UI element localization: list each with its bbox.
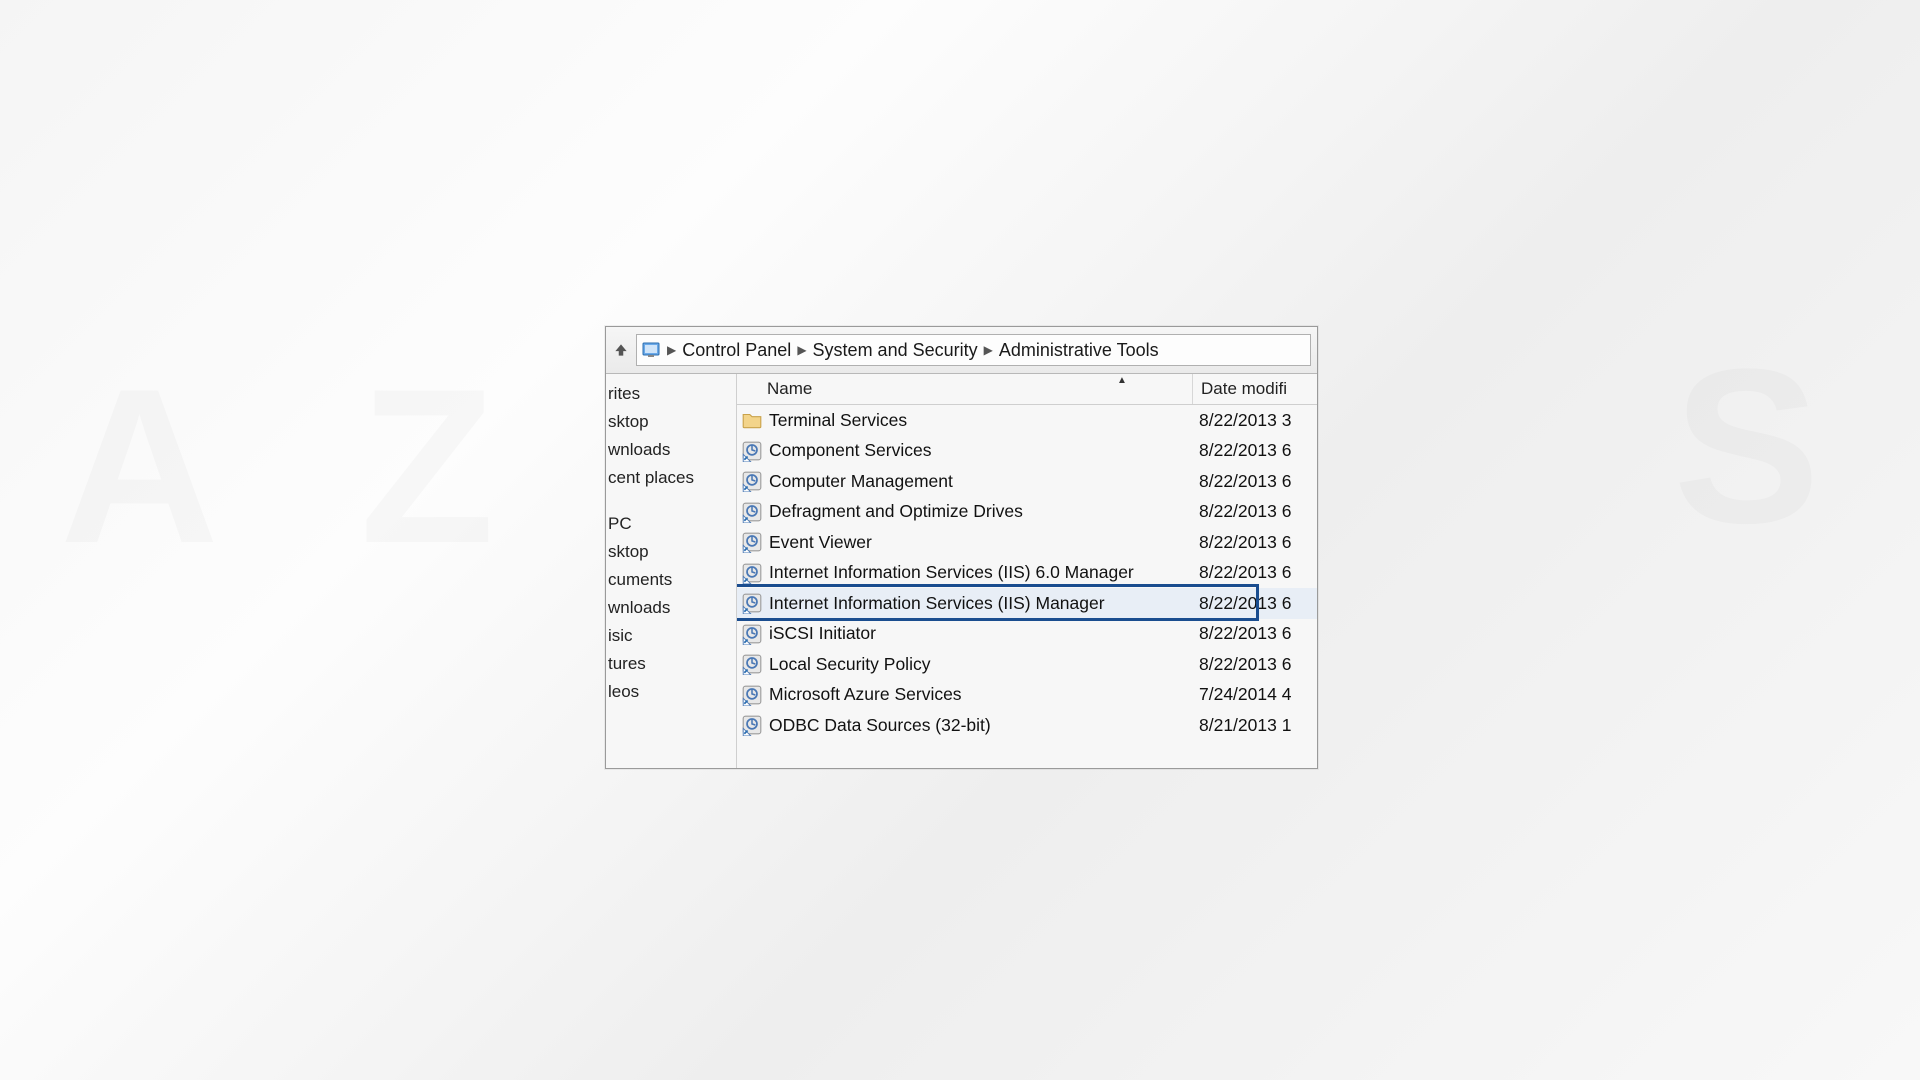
file-row[interactable]: Terminal Services8/22/2013 3 [737,405,1317,436]
breadcrumb-system-security[interactable]: System and Security [813,340,978,361]
file-date: 8/22/2013 6 [1199,532,1317,553]
file-name: Computer Management [763,471,1199,492]
file-row[interactable]: Internet Information Services (IIS) Mana… [737,588,1317,619]
sidebar-item-downloads-2[interactable]: wnloads [606,594,736,622]
shortcut-icon [741,592,763,614]
file-row[interactable]: Microsoft Azure Services7/24/2014 4 [737,680,1317,711]
watermark-text: S [1673,320,1860,573]
shortcut-icon [741,501,763,523]
shortcut-icon [741,684,763,706]
shortcut-icon [741,653,763,675]
control-panel-icon [641,340,661,360]
sidebar-item-recent-places[interactable]: cent places [606,464,736,492]
file-date: 8/22/2013 6 [1199,562,1317,583]
sidebar-item-videos[interactable]: leos [606,678,736,706]
shortcut-icon [741,714,763,736]
sidebar-item-favorites[interactable]: rites [606,380,736,408]
breadcrumb-admin-tools[interactable]: Administrative Tools [999,340,1159,361]
file-name: Microsoft Azure Services [763,684,1199,705]
file-date: 8/22/2013 6 [1199,623,1317,644]
breadcrumb-control-panel[interactable]: Control Panel [682,340,791,361]
file-date: 8/22/2013 6 [1199,471,1317,492]
file-name: iSCSI Initiator [763,623,1199,644]
sidebar-item-pictures[interactable]: tures [606,650,736,678]
sidebar-item-this-pc[interactable]: PC [606,510,736,538]
sidebar-item-documents[interactable]: cuments [606,566,736,594]
location-box[interactable]: ▶ Control Panel ▶ System and Security ▶ … [636,334,1311,366]
chevron-right-icon[interactable]: ▶ [667,343,676,357]
explorer-window: ▶ Control Panel ▶ System and Security ▶ … [605,326,1318,769]
file-row[interactable]: ODBC Data Sources (32-bit)8/21/2013 1 [737,710,1317,741]
file-name: Component Services [763,440,1199,461]
file-row[interactable]: Local Security Policy8/22/2013 6 [737,649,1317,680]
chevron-right-icon[interactable]: ▶ [797,343,806,357]
file-rows: Terminal Services8/22/2013 3Component Se… [737,405,1317,741]
folder-icon [741,409,763,431]
file-name: Internet Information Services (IIS) 6.0 … [763,562,1199,583]
sidebar-item-music[interactable]: isic [606,622,736,650]
file-date: 8/22/2013 6 [1199,593,1317,614]
file-date: 8/22/2013 6 [1199,654,1317,675]
column-header-date[interactable]: Date modifi [1193,379,1317,399]
file-row[interactable]: Event Viewer8/22/2013 6 [737,527,1317,558]
file-date: 8/22/2013 6 [1199,440,1317,461]
file-name: Defragment and Optimize Drives [763,501,1199,522]
shortcut-icon [741,562,763,584]
file-name: Terminal Services [763,410,1199,431]
file-row[interactable]: Computer Management8/22/2013 6 [737,466,1317,497]
address-bar: ▶ Control Panel ▶ System and Security ▶ … [606,327,1317,374]
file-list-pane: Name ▲ Date modifi Terminal Services8/22… [737,374,1317,769]
sidebar-item-desktop-2[interactable]: sktop [606,538,736,566]
sidebar-item-desktop[interactable]: sktop [606,408,736,436]
file-name: Internet Information Services (IIS) Mana… [763,593,1199,614]
shortcut-icon [741,623,763,645]
file-name: Event Viewer [763,532,1199,553]
file-date: 7/24/2014 4 [1199,684,1317,705]
file-row[interactable]: Internet Information Services (IIS) 6.0 … [737,558,1317,589]
sort-ascending-icon: ▲ [1117,375,1127,386]
column-header-name-label: Name [767,379,812,399]
file-date: 8/21/2013 1 [1199,715,1317,736]
file-name: ODBC Data Sources (32-bit) [763,715,1199,736]
sidebar-item-downloads[interactable]: wnloads [606,436,736,464]
shortcut-icon [741,531,763,553]
file-date: 8/22/2013 3 [1199,410,1317,431]
file-row[interactable]: iSCSI Initiator8/22/2013 6 [737,619,1317,650]
file-row[interactable]: Defragment and Optimize Drives8/22/2013 … [737,497,1317,528]
shortcut-icon [741,470,763,492]
column-headers: Name ▲ Date modifi [737,374,1317,405]
chevron-right-icon[interactable]: ▶ [984,343,993,357]
shortcut-icon [741,440,763,462]
file-name: Local Security Policy [763,654,1199,675]
navigation-sidebar: rites sktop wnloads cent places PC sktop… [606,374,737,769]
file-date: 8/22/2013 6 [1199,501,1317,522]
file-row[interactable]: Component Services8/22/2013 6 [737,436,1317,467]
nav-up-icon[interactable] [610,339,632,361]
